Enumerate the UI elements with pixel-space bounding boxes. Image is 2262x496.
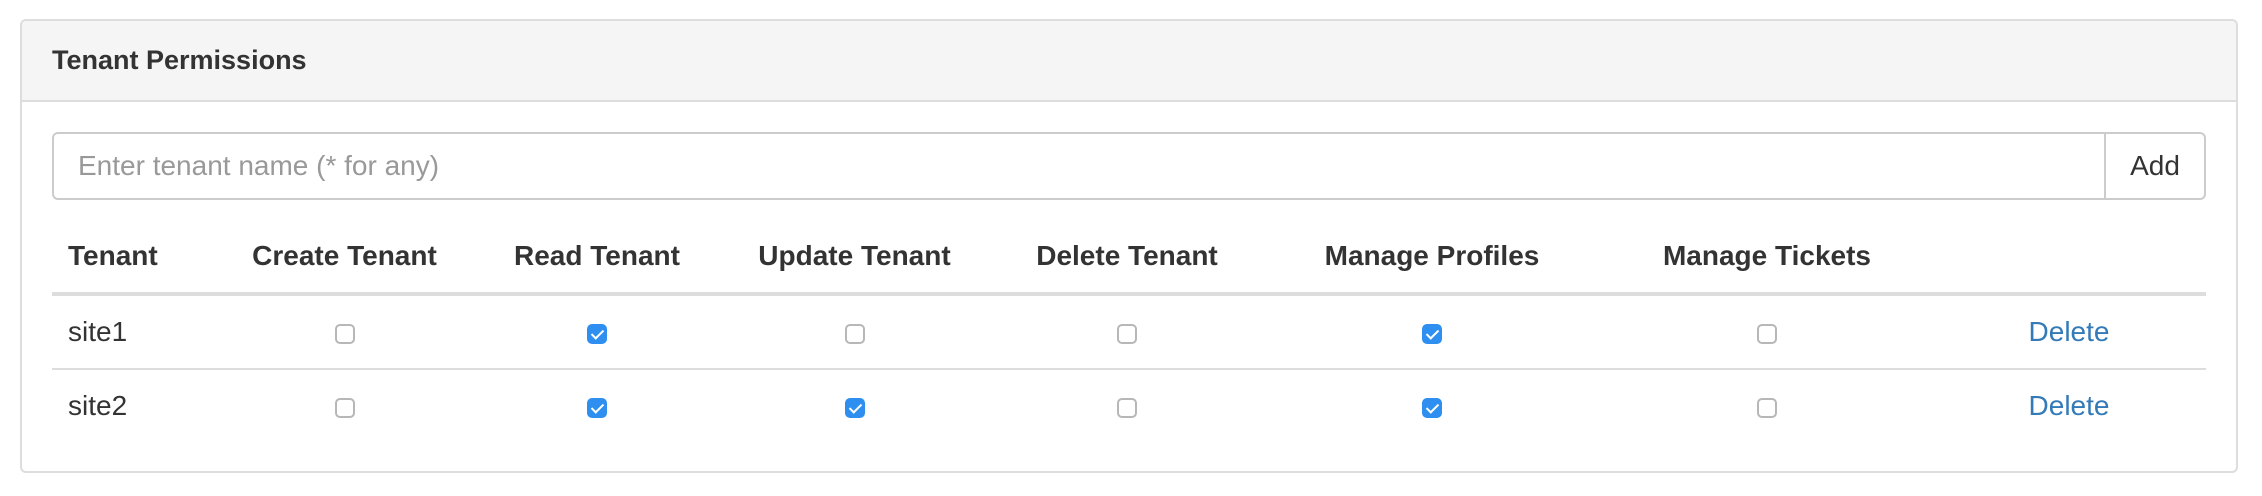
delete-tenant-cell [992, 368, 1262, 442]
actions-cell: Delete [1932, 368, 2206, 442]
manage-tickets-cell [1602, 294, 1932, 369]
manage-profiles-cell [1262, 368, 1602, 442]
update-tenant-cell [717, 294, 992, 369]
read-tenant-checkbox[interactable] [587, 323, 607, 344]
manage-tickets-checkbox[interactable] [1757, 397, 1777, 418]
table-row: site1 Delete [52, 294, 2206, 369]
panel-heading: Tenant Permissions [22, 21, 2236, 102]
add-tenant-form: Add [52, 132, 2206, 200]
column-header-tenant: Tenant [52, 220, 212, 296]
update-tenant-checkbox[interactable] [844, 323, 865, 344]
actions-cell: Delete [1932, 294, 2206, 369]
manage-tickets-cell [1602, 368, 1932, 442]
column-header-read-tenant: Read Tenant [477, 220, 717, 296]
read-tenant-checkbox[interactable] [587, 397, 607, 418]
read-tenant-cell [477, 294, 717, 369]
column-header-create-tenant: Create Tenant [212, 220, 477, 296]
update-tenant-checkbox[interactable] [844, 397, 865, 418]
read-tenant-cell [477, 368, 717, 442]
create-tenant-cell [212, 368, 477, 442]
manage-profiles-checkbox[interactable] [1422, 397, 1442, 418]
tenant-name-cell: site1 [68, 316, 128, 347]
column-header-manage-profiles: Manage Profiles [1262, 220, 1602, 296]
add-button[interactable]: Add [2104, 132, 2206, 200]
manage-tickets-checkbox[interactable] [1757, 323, 1777, 344]
tenant-permissions-panel: Tenant Permissions Add Tenant Create Ten… [20, 19, 2238, 473]
delete-tenant-checkbox[interactable] [1117, 323, 1137, 344]
create-tenant-cell [212, 294, 477, 369]
manage-profiles-cell [1262, 294, 1602, 369]
delete-tenant-checkbox[interactable] [1117, 397, 1137, 418]
delete-link[interactable]: Delete [2029, 390, 2110, 421]
update-tenant-cell [717, 368, 992, 442]
column-header-manage-tickets: Manage Tickets [1602, 220, 1932, 296]
permissions-table: Tenant Create Tenant Read Tenant Update … [52, 220, 2206, 442]
column-header-actions [1932, 220, 2206, 296]
delete-link[interactable]: Delete [2029, 316, 2110, 347]
create-tenant-checkbox[interactable] [334, 397, 355, 418]
column-header-delete-tenant: Delete Tenant [992, 220, 1262, 296]
column-header-update-tenant: Update Tenant [717, 220, 992, 296]
table-header-row: Tenant Create Tenant Read Tenant Update … [52, 220, 2206, 296]
create-tenant-checkbox[interactable] [334, 323, 355, 344]
panel-title: Tenant Permissions [52, 45, 307, 75]
table-row: site2 Delete [52, 368, 2206, 442]
delete-tenant-cell [992, 294, 1262, 369]
tenant-name-cell: site2 [52, 368, 212, 442]
panel-body: Add Tenant Create Tenant Read Tenant Upd… [22, 102, 2236, 471]
tenant-name-input[interactable] [52, 132, 2104, 200]
manage-profiles-checkbox[interactable] [1422, 323, 1442, 344]
